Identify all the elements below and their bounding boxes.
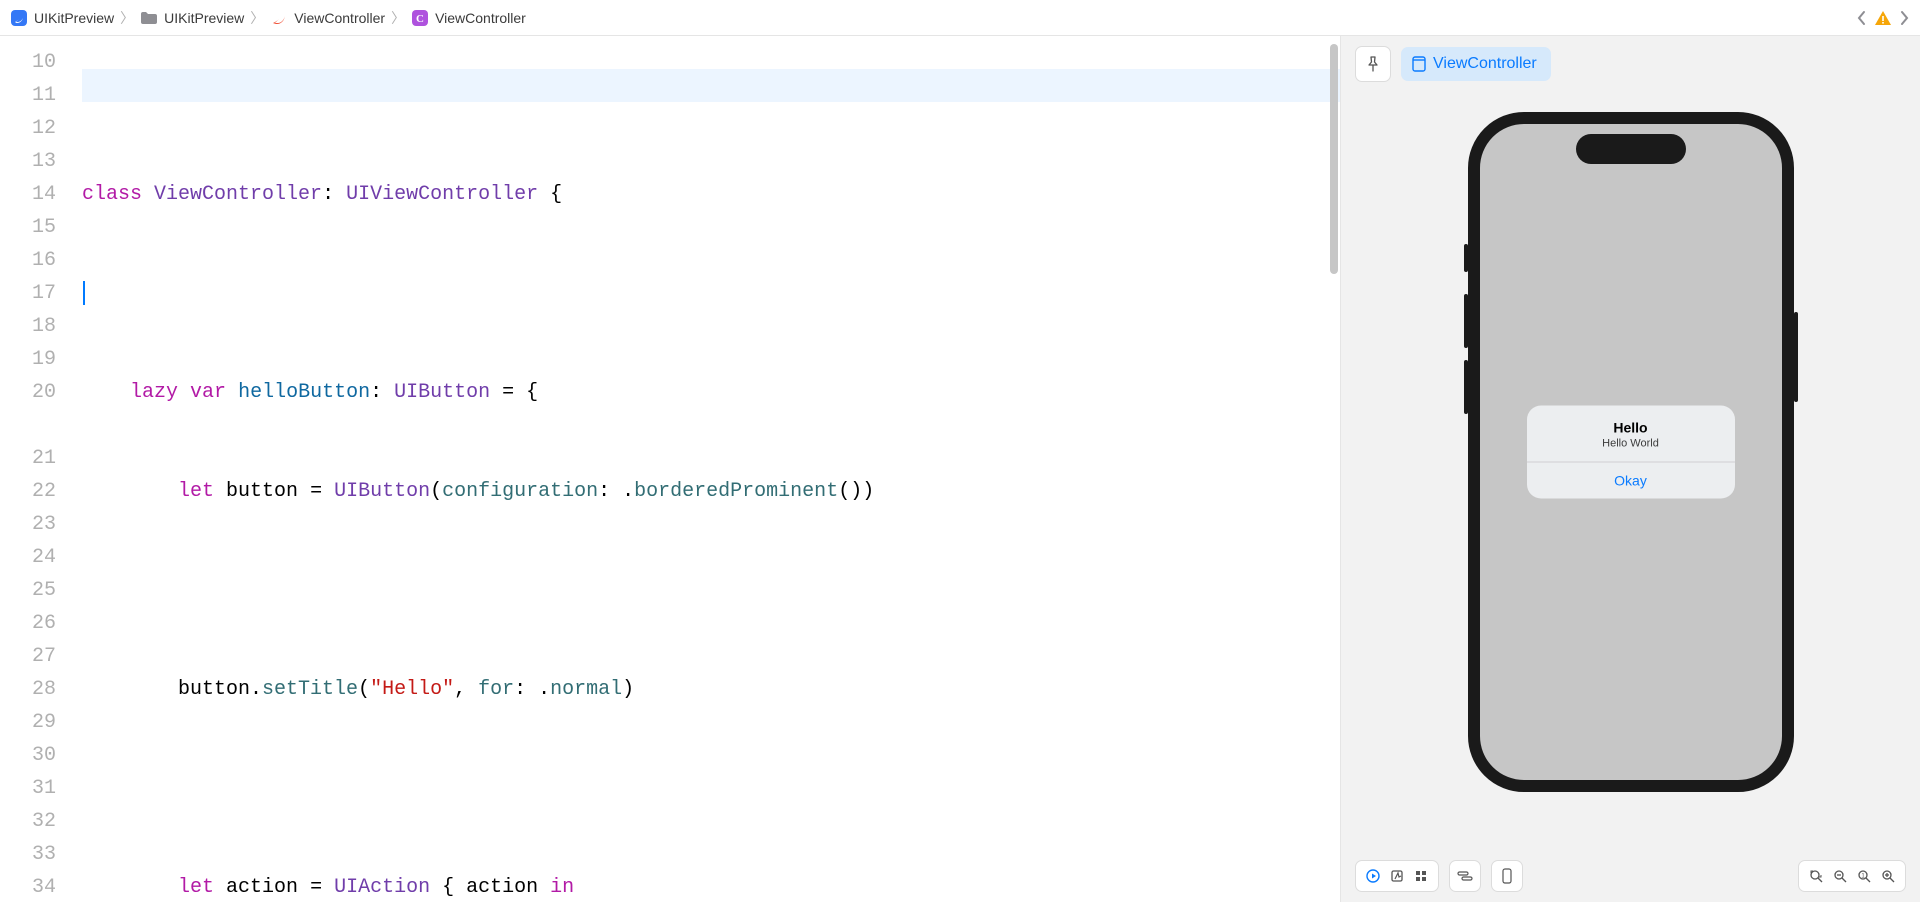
class-icon: C (411, 9, 429, 27)
app-icon (10, 9, 28, 27)
chevron-right-icon[interactable] (1898, 10, 1910, 26)
breadcrumb-item-project[interactable]: UIKitPreview (10, 9, 114, 27)
device-preview[interactable]: Hello Hello World Okay (1468, 112, 1794, 792)
zoom-in-icon (1881, 869, 1895, 883)
grid-icon (1414, 869, 1428, 883)
alert-message: Hello World (1539, 437, 1723, 449)
preview-alert: Hello Hello World Okay (1527, 405, 1735, 498)
chevron-right-icon: 〉 (389, 8, 407, 28)
chevron-left-icon[interactable] (1856, 10, 1868, 26)
code-area[interactable]: class ViewController: UIViewController {… (82, 36, 1340, 902)
play-icon (1366, 869, 1380, 883)
alert-title: Hello (1539, 419, 1723, 435)
scene-label: ViewController (1433, 55, 1537, 73)
breadcrumb: UIKitPreview 〉 UIKitPreview 〉 ViewContro… (10, 8, 526, 28)
breadcrumb-item-file[interactable]: ViewController (270, 9, 385, 27)
chevron-right-icon: 〉 (248, 8, 266, 28)
preview-scene-pill[interactable]: ViewController (1401, 47, 1551, 81)
viewcontroller-icon (1411, 56, 1427, 72)
source-editor[interactable]: 1011121314151617181920 21222324252627282… (0, 36, 1340, 902)
breadcrumb-item-folder[interactable]: UIKitPreview (140, 10, 244, 26)
warning-icon[interactable] (1874, 10, 1892, 26)
breadcrumb-label: UIKitPreview (164, 10, 244, 26)
breadcrumb-label: UIKitPreview (34, 10, 114, 26)
jump-bar: UIKitPreview 〉 UIKitPreview 〉 ViewContro… (0, 0, 1920, 36)
variants-icon (1457, 870, 1473, 882)
device-icon (1502, 868, 1512, 884)
line-number-gutter: 1011121314151617181920 21222324252627282… (0, 36, 82, 902)
folder-icon (140, 11, 158, 25)
text-cursor (83, 281, 85, 305)
vertical-scrollbar[interactable] (1326, 36, 1340, 902)
swift-icon (270, 9, 288, 27)
zoom-out-icon (1833, 869, 1847, 883)
breadcrumb-label: ViewController (435, 10, 526, 26)
zoom-actual-icon: 1 (1857, 869, 1871, 883)
device-settings-button[interactable] (1449, 860, 1481, 892)
current-line-highlight (82, 69, 1340, 102)
breadcrumb-item-symbol[interactable]: C ViewController (411, 9, 526, 27)
zoom-out-fit-icon (1809, 869, 1823, 883)
preview-mode-buttons[interactable] (1355, 860, 1439, 892)
svg-text:C: C (416, 13, 424, 25)
zoom-controls[interactable]: 1 (1798, 860, 1906, 892)
alert-ok-button[interactable]: Okay (1527, 461, 1735, 498)
preview-canvas: ViewController Hello Hello World Okay (1340, 36, 1920, 902)
breadcrumb-label: ViewController (294, 10, 385, 26)
chevron-right-icon: 〉 (118, 8, 136, 28)
pin-preview-button[interactable] (1355, 46, 1391, 82)
pin-icon (1365, 56, 1381, 72)
device-orientation-button[interactable] (1491, 860, 1523, 892)
selectable-icon (1390, 869, 1404, 883)
scrollbar-thumb[interactable] (1330, 44, 1338, 274)
